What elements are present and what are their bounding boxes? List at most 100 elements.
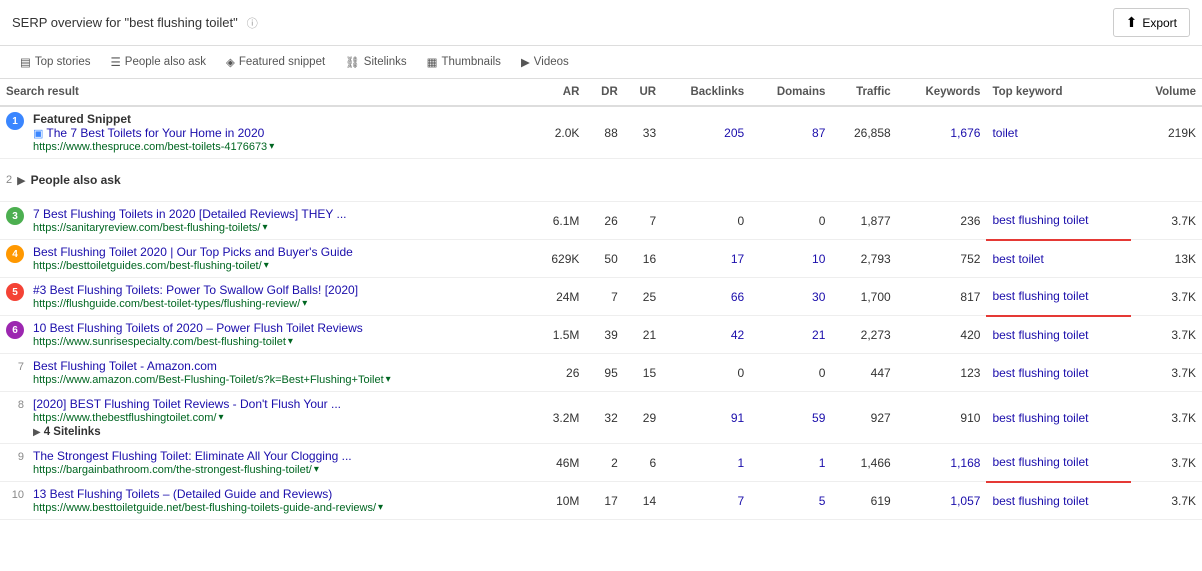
domains-link[interactable]: 21 — [812, 328, 825, 342]
result-link[interactable]: The Strongest Flushing Toilet: Eliminate… — [33, 449, 352, 463]
url-dropdown-icon[interactable]: ▾ — [288, 336, 293, 347]
ar-val: 1.5M — [532, 316, 586, 354]
result-link[interactable]: #3 Best Flushing Toilets: Power To Swall… — [33, 283, 358, 297]
url-dropdown-icon[interactable]: ▾ — [386, 374, 391, 385]
tab-featured-snippet[interactable]: ◈ Featured snippet — [218, 52, 333, 72]
tab-thumbnails[interactable]: ▦ Thumbnails — [419, 52, 509, 72]
top-keyword-link[interactable]: best toilet — [992, 252, 1043, 266]
top-keyword-link[interactable]: best flushing toilet — [992, 213, 1088, 227]
result-link[interactable]: Best Flushing Toilet 2020 | Our Top Pick… — [33, 245, 353, 259]
domains-val[interactable]: 59 — [750, 392, 831, 444]
keywords-val[interactable]: 752 — [897, 240, 987, 278]
domains-link[interactable]: 5 — [819, 494, 826, 508]
domains-link[interactable]: 30 — [812, 290, 825, 304]
top-keyword-link[interactable]: best flushing toilet — [992, 289, 1088, 303]
domains-link[interactable]: 59 — [812, 411, 825, 425]
top-keyword-val[interactable]: best flushing toilet — [986, 444, 1131, 482]
top-keyword-link[interactable]: toilet — [992, 126, 1017, 140]
tab-top-stories[interactable]: ▤ Top stories — [12, 52, 98, 72]
tab-videos[interactable]: ▶ Videos — [513, 52, 577, 72]
ar-val: 2.0K — [532, 106, 586, 159]
top-keyword-link[interactable]: best flushing toilet — [992, 494, 1088, 508]
domains-link[interactable]: 10 — [812, 252, 825, 266]
backlinks-link[interactable]: 17 — [731, 252, 744, 266]
domains-val[interactable]: 0 — [750, 202, 831, 240]
keywords-val[interactable]: 236 — [897, 202, 987, 240]
url-dropdown-icon[interactable]: ▾ — [314, 464, 319, 475]
result-link[interactable]: 10 Best Flushing Toilets of 2020 – Power… — [33, 321, 363, 335]
keywords-val[interactable]: 910 — [897, 392, 987, 444]
keywords-link[interactable]: 1,057 — [950, 494, 980, 508]
domains-link[interactable]: 87 — [812, 126, 825, 140]
url-dropdown-icon[interactable]: ▾ — [269, 141, 274, 152]
sitelinks-expand-icon[interactable]: ▶ — [33, 427, 41, 438]
keywords-val[interactable]: 123 — [897, 354, 987, 392]
keywords-link[interactable]: 1,168 — [950, 456, 980, 470]
domains-val[interactable]: 21 — [750, 316, 831, 354]
top-keyword-link[interactable]: best flushing toilet — [992, 366, 1088, 380]
top-keyword-val[interactable]: best flushing toilet — [986, 392, 1131, 444]
backlinks-link[interactable]: 91 — [731, 411, 744, 425]
backlinks-link[interactable]: 42 — [731, 328, 744, 342]
top-keyword-link[interactable]: best flushing toilet — [992, 328, 1088, 342]
traffic-val: 447 — [831, 354, 896, 392]
url-dropdown-icon[interactable]: ▾ — [378, 502, 383, 513]
dr-val: 39 — [585, 316, 623, 354]
domains-val[interactable]: 10 — [750, 240, 831, 278]
result-link[interactable]: The 7 Best Toilets for Your Home in 2020 — [46, 126, 264, 140]
backlinks-val[interactable]: 205 — [662, 106, 750, 159]
domains-val[interactable]: 87 — [750, 106, 831, 159]
sitelinks-label: 4 Sitelinks — [44, 426, 101, 438]
keywords-val[interactable]: 817 — [897, 278, 987, 316]
people-also-ask-icon: ☰ — [110, 55, 120, 69]
domains-link[interactable]: 1 — [819, 456, 826, 470]
tab-people-also-ask[interactable]: ☰ People also ask — [102, 52, 214, 72]
expand-arrow-icon[interactable]: ▶ — [17, 174, 25, 187]
backlinks-val[interactable]: 1 — [662, 444, 750, 482]
domains-val[interactable]: 5 — [750, 482, 831, 520]
backlinks-val[interactable]: 0 — [662, 354, 750, 392]
result-url: https://besttoiletguides.com/best-flushi… — [33, 260, 262, 272]
backlinks-link[interactable]: 205 — [724, 126, 744, 140]
table-row: 1 Featured Snippet ▣ The 7 Best Toilets … — [0, 106, 1202, 159]
top-keyword-val[interactable]: best toilet — [986, 240, 1131, 278]
result-link[interactable]: Best Flushing Toilet - Amazon.com — [33, 359, 217, 373]
domains-val[interactable]: 1 — [750, 444, 831, 482]
keywords-val[interactable]: 420 — [897, 316, 987, 354]
backlinks-link[interactable]: 1 — [738, 456, 745, 470]
keywords-val[interactable]: 1,168 — [897, 444, 987, 482]
top-keyword-val[interactable]: toilet — [986, 106, 1131, 159]
top-keyword-val[interactable]: best flushing toilet — [986, 354, 1131, 392]
url-dropdown-icon[interactable]: ▾ — [302, 298, 307, 309]
backlinks-val[interactable]: 7 — [662, 482, 750, 520]
url-dropdown-icon[interactable]: ▾ — [218, 412, 223, 423]
result-cell: 10 13 Best Flushing Toilets – (Detailed … — [0, 482, 532, 520]
url-dropdown-icon[interactable]: ▾ — [262, 222, 267, 233]
domains-val[interactable]: 30 — [750, 278, 831, 316]
keywords-val[interactable]: 1,057 — [897, 482, 987, 520]
top-keyword-val[interactable]: best flushing toilet — [986, 316, 1131, 354]
top-keyword-val[interactable]: best flushing toilet — [986, 202, 1131, 240]
backlinks-val[interactable]: 91 — [662, 392, 750, 444]
result-link[interactable]: 13 Best Flushing Toilets – (Detailed Gui… — [33, 487, 332, 501]
export-button[interactable]: ⬆ Export — [1113, 8, 1190, 37]
keywords-link[interactable]: 1,676 — [950, 126, 980, 140]
backlinks-val[interactable]: 66 — [662, 278, 750, 316]
top-keyword-val[interactable]: best flushing toilet — [986, 278, 1131, 316]
backlinks-link[interactable]: 66 — [731, 290, 744, 304]
backlinks-link[interactable]: 7 — [738, 494, 745, 508]
tab-sitelinks[interactable]: ⛓ Sitelinks — [337, 52, 414, 72]
keywords-val[interactable]: 1,676 — [897, 106, 987, 159]
top-keyword-link[interactable]: best flushing toilet — [992, 455, 1088, 469]
backlinks-val[interactable]: 42 — [662, 316, 750, 354]
info-icon[interactable]: ⓘ — [247, 15, 258, 31]
url-dropdown-icon[interactable]: ▾ — [264, 260, 269, 271]
domains-val[interactable]: 0 — [750, 354, 831, 392]
result-link[interactable]: [2020] BEST Flushing Toilet Reviews - Do… — [33, 397, 341, 411]
top-keyword-link[interactable]: best flushing toilet — [992, 411, 1088, 425]
top-keyword-val[interactable]: best flushing toilet — [986, 482, 1131, 520]
result-link[interactable]: 7 Best Flushing Toilets in 2020 [Detaile… — [33, 207, 347, 221]
backlinks-val[interactable]: 17 — [662, 240, 750, 278]
ur-val: 25 — [624, 278, 662, 316]
backlinks-val[interactable]: 0 — [662, 202, 750, 240]
